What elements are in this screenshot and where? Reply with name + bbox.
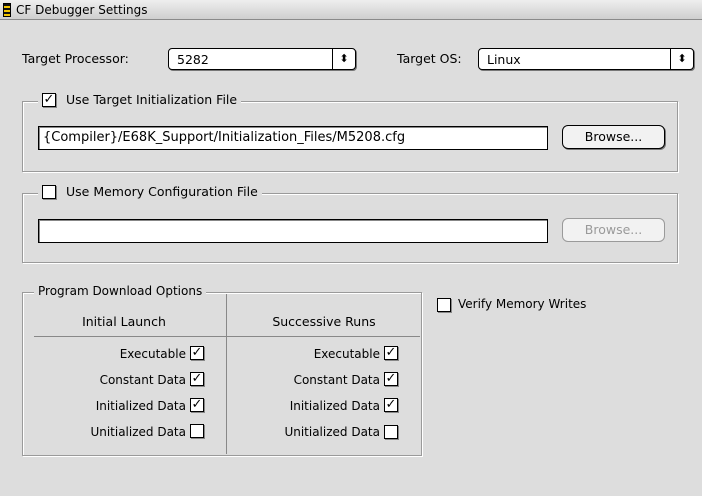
init-file-legend: ✓ Use Target Initialization File (38, 92, 242, 110)
initial-launch-header: Initial Launch (82, 314, 166, 329)
verify-memory-writes-label: Verify Memory Writes (458, 297, 587, 311)
mem-config-checkbox[interactable] (42, 185, 56, 199)
row-label-constant-data-2: Constant Data (293, 373, 380, 387)
initial-constant-data-checkbox[interactable]: ✓ (190, 372, 204, 386)
init-file-path: {Compiler}/E68K_Support/Initialization_F… (43, 130, 406, 145)
init-file-path-field[interactable]: {Compiler}/E68K_Support/Initialization_F… (38, 126, 548, 150)
mem-config-path-field[interactable] (38, 219, 548, 243)
verify-memory-writes-checkbox[interactable] (437, 298, 451, 312)
mem-config-label: Use Memory Configuration File (66, 184, 258, 199)
successive-constant-data-checkbox[interactable]: ✓ (384, 372, 398, 386)
title-bar: CF Debugger Settings (0, 0, 702, 20)
target-os-label: Target OS: (397, 51, 462, 66)
row-label-executable: Executable (119, 347, 186, 361)
checkmark-icon: ✓ (191, 345, 203, 360)
checkmark-icon: ✓ (191, 371, 203, 386)
download-options-legend: Program Download Options (34, 284, 207, 298)
successive-unitialized-data-checkbox[interactable] (384, 425, 398, 439)
checkmark-icon: ✓ (191, 397, 203, 412)
panel-icon (3, 3, 11, 17)
checkmark-icon: ✓ (385, 397, 397, 412)
checkmark-icon: ✓ (385, 371, 397, 386)
chevron-updown-icon: ⬍ (670, 49, 693, 69)
row-label-unitialized-data: Unitialized Data (90, 425, 186, 439)
row-label-unitialized-data-2: Unitialized Data (284, 425, 380, 439)
mem-config-legend: Use Memory Configuration File (38, 184, 262, 202)
init-file-label: Use Target Initialization File (66, 92, 238, 107)
initial-unitialized-data-checkbox[interactable] (190, 424, 204, 438)
checkmark-icon: ✓ (385, 345, 397, 360)
target-processor-select[interactable]: 5282 ⬍ (168, 48, 356, 70)
init-file-browse-button[interactable]: Browse... (562, 125, 665, 149)
target-os-value: Linux (487, 52, 521, 67)
target-processor-label: Target Processor: (22, 51, 129, 66)
init-file-checkbox[interactable]: ✓ (42, 93, 56, 107)
successive-runs-header: Successive Runs (272, 314, 376, 329)
header-divider (34, 336, 420, 337)
checkmark-icon: ✓ (43, 92, 55, 107)
row-label-executable-2: Executable (313, 347, 380, 361)
initial-executable-checkbox[interactable]: ✓ (190, 346, 204, 360)
mem-config-browse-button[interactable]: Browse... (562, 218, 665, 242)
target-processor-value: 5282 (177, 52, 209, 67)
window-title: CF Debugger Settings (16, 3, 148, 17)
initial-initialized-data-checkbox[interactable]: ✓ (190, 398, 204, 412)
target-os-select[interactable]: Linux ⬍ (478, 48, 694, 70)
chevron-updown-icon: ⬍ (332, 49, 355, 69)
successive-initialized-data-checkbox[interactable]: ✓ (384, 398, 398, 412)
column-divider (226, 294, 227, 454)
successive-executable-checkbox[interactable]: ✓ (384, 346, 398, 360)
row-label-initialized-data: Initialized Data (95, 399, 186, 413)
row-label-initialized-data-2: Initialized Data (289, 399, 380, 413)
row-label-constant-data: Constant Data (99, 373, 186, 387)
